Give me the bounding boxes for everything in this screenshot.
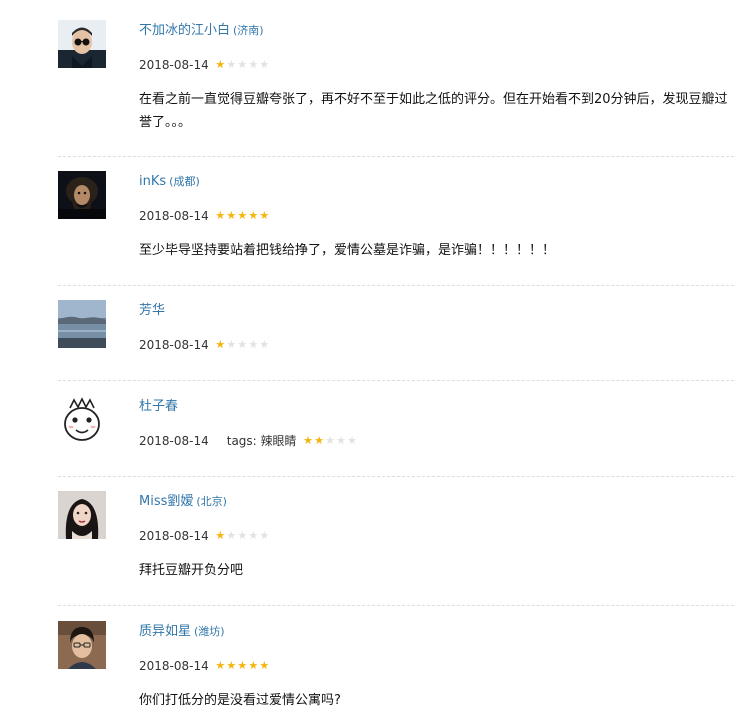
comment-text: 拜托豆瓣开负分吧 [139,563,244,578]
comment-meta: 2018-08-14 tags: 辣眼睛 ★ ★ ★ ★ ★ [139,432,358,450]
comment-meta: 2018-08-14 ★ ★ ★ ★ ★ [139,56,270,74]
comment-user-line: Miss劉嫒 (北京) [139,493,227,511]
user-name-link[interactable]: 质异如星 [139,624,191,639]
comment-user-line: 质异如星 (潍坊) [139,623,225,641]
comment-date: 2018-08-14 [139,58,209,72]
star-filled-icon: ★ [237,209,248,222]
star-empty-icon: ★ [248,529,259,542]
divider [58,156,734,157]
star-filled-icon: ★ [215,58,226,71]
star-empty-icon: ★ [259,529,270,542]
star-filled-icon: ★ [259,209,270,222]
star-filled-icon: ★ [215,529,226,542]
star-empty-icon: ★ [226,529,237,542]
divider [58,605,734,606]
comment-date: 2018-08-14 [139,209,209,223]
comment-text: 在看之前一直觉得豆瓣夸张了，再不好不至于如此之低的评分。但在开始看不到20分钟后… [139,92,728,130]
star-filled-icon: ★ [303,434,313,447]
star-filled-icon: ★ [248,659,259,672]
user-name-link[interactable]: 不加冰的江小白 [139,23,230,38]
star-empty-icon: ★ [237,529,248,542]
star-filled-icon: ★ [237,659,248,672]
star-filled-icon: ★ [215,659,226,672]
avatar-young-man-icon[interactable] [58,621,106,669]
comment-meta: 2018-08-14 ★ ★ ★ ★ ★ [139,657,270,675]
star-empty-icon: ★ [259,58,270,71]
user-name-link[interactable]: inKs [139,174,166,189]
user-name-link[interactable]: 芳华 [139,303,165,318]
rating-stars: ★ ★ ★ ★ ★ [215,530,270,542]
avatar-bearded-man-icon[interactable] [58,171,106,219]
comment-user-line: 不加冰的江小白 (济南) [139,22,264,40]
rating-stars: ★ ★ ★ ★ ★ [215,59,270,71]
star-empty-icon: ★ [237,338,248,351]
star-empty-icon: ★ [226,58,237,71]
star-filled-icon: ★ [314,434,324,447]
avatar-lake-landscape-icon[interactable] [58,300,106,348]
star-empty-icon: ★ [248,338,259,351]
user-name-link[interactable]: Miss劉嫒 [139,494,193,509]
star-empty-icon: ★ [237,58,248,71]
star-empty-icon: ★ [347,434,357,447]
rating-stars: ★ ★ ★ ★ ★ [215,660,270,672]
star-empty-icon: ★ [226,338,237,351]
rating-stars: ★ ★ ★ ★ ★ [303,435,358,447]
user-location: (潍坊) [194,625,225,638]
star-filled-icon: ★ [226,659,237,672]
star-filled-icon: ★ [215,338,226,351]
comment-user-line: 杜子春 [139,398,178,416]
star-filled-icon: ★ [259,659,270,672]
comment-date: 2018-08-14 [139,434,209,448]
comment-text: 至少毕导坚持要站着把钱给挣了，爱情公墓是诈骗，是诈骗！！！！！！ [139,243,556,258]
avatar-sunglasses-man-icon[interactable] [58,20,106,68]
star-empty-icon: ★ [325,434,335,447]
user-location: (济南) [233,24,264,37]
comment-list: 不加冰的江小白 (济南) 2018-08-14 ★ ★ ★ ★ ★ 在看之前一直觉得豆瓣夸… [0,0,749,727]
comment-meta: 2018-08-14 ★ ★ ★ ★ ★ [139,527,270,545]
avatar-woman-portrait-icon[interactable] [58,491,106,539]
user-location: (北京) [196,495,227,508]
comment-user-line: inKs (成都) [139,173,200,191]
star-filled-icon: ★ [215,209,226,222]
rating-stars: ★ ★ ★ ★ ★ [215,339,270,351]
comment-date: 2018-08-14 [139,659,209,673]
rating-stars: ★ ★ ★ ★ ★ [215,210,270,222]
avatar-cartoon-face-icon[interactable] [58,396,106,444]
divider [58,476,734,477]
comment-meta: 2018-08-14 ★ ★ ★ ★ ★ [139,336,270,354]
comment-user-line: 芳华 [139,302,165,320]
star-filled-icon: ★ [248,209,259,222]
star-empty-icon: ★ [248,58,259,71]
star-empty-icon: ★ [336,434,346,447]
comment-tags: tags: 辣眼睛 [226,434,297,448]
star-empty-icon: ★ [259,338,270,351]
comment-meta: 2018-08-14 ★ ★ ★ ★ ★ [139,207,270,225]
comment-date: 2018-08-14 [139,529,209,543]
user-location: (成都) [169,175,200,188]
divider [58,285,734,286]
comment-date: 2018-08-14 [139,338,209,352]
comment-text: 你们打低分的是没看过爱情公寓吗? [139,693,341,708]
user-name-link[interactable]: 杜子春 [139,399,178,414]
divider [58,380,734,381]
star-filled-icon: ★ [226,209,237,222]
